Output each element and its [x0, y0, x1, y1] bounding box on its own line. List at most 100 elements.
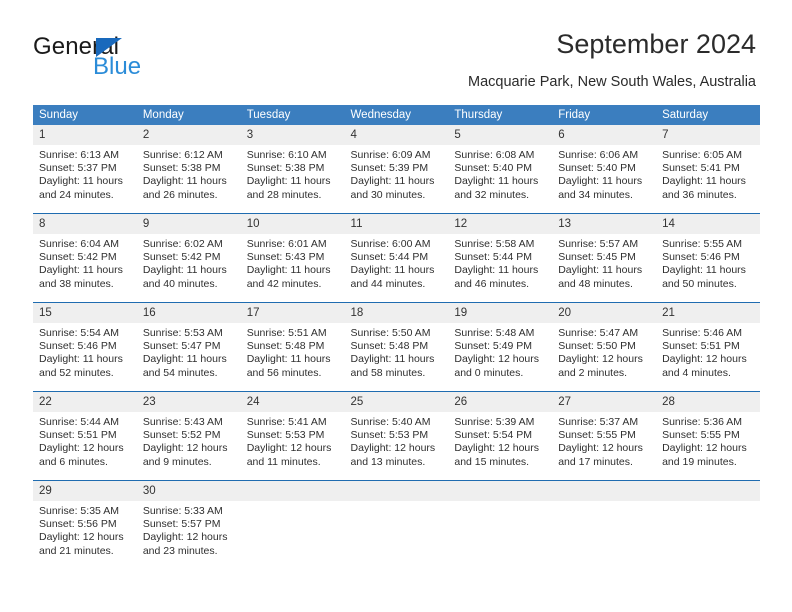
- day-number: 19: [448, 303, 553, 323]
- day-number: 18: [344, 303, 449, 323]
- sunset-text: Sunset: 5:45 PM: [558, 251, 636, 264]
- calendar-day-cell[interactable]: 16 Sunrise: 5:53 AM Sunset: 5:47 PM Dayligh…: [136, 302, 241, 392]
- calendar-day-cell[interactable]: 18 Sunrise: 5:50 AM Sunset: 5:48 PM Dayligh…: [344, 302, 449, 392]
- daylight-text: Daylight: 11 hours and 40 minutes.: [142, 264, 227, 290]
- calendar-day-cell[interactable]: 25 Sunrise: 5:40 AM Sunset: 5:53 PM Dayligh…: [344, 391, 449, 481]
- sunrise-text: Sunrise: 6:05 AM: [662, 149, 743, 161]
- sunset-text: Sunset: 5:51 PM: [662, 340, 740, 353]
- daylight-text: Daylight: 11 hours and 54 minutes.: [142, 353, 227, 379]
- calendar-day-cell[interactable]: 4 Sunrise: 6:09 AM Sunset: 5:39 PM Daylight…: [344, 125, 449, 214]
- sunrise-text: Sunrise: 6:01 AM: [246, 238, 327, 250]
- daylight-text: Daylight: 12 hours and 15 minutes.: [454, 442, 540, 468]
- page-header: General Blue September 2024 Macquarie Pa…: [0, 0, 792, 102]
- sunset-text: Sunset: 5:55 PM: [558, 429, 636, 442]
- sunrise-text: Sunrise: 6:09 AM: [350, 149, 431, 161]
- day-number: 3: [240, 125, 345, 145]
- daylight-text: Daylight: 12 hours and 19 minutes.: [662, 442, 747, 468]
- day-number: [552, 481, 657, 501]
- daylight-text: Daylight: 12 hours and 13 minutes.: [350, 442, 436, 468]
- calendar-day-cell[interactable]: 27 Sunrise: 5:37 AM Sunset: 5:55 PM Dayligh…: [552, 391, 657, 481]
- calendar-day-cell[interactable]: 10 Sunrise: 6:01 AM Sunset: 5:43 PM Dayligh…: [240, 213, 345, 303]
- calendar-day-cell[interactable]: 22 Sunrise: 5:44 AM Sunset: 5:51 PM Dayligh…: [33, 391, 137, 481]
- calendar-day-cell[interactable]: 2 Sunrise: 6:12 AM Sunset: 5:38 PM Daylight…: [136, 125, 241, 214]
- sunrise-text: Sunrise: 5:58 AM: [454, 238, 535, 250]
- daylight-text: Daylight: 12 hours and 17 minutes.: [558, 442, 643, 468]
- day-number: 10: [240, 214, 345, 234]
- calendar-day-cell[interactable]: 9 Sunrise: 6:02 AM Sunset: 5:42 PM Daylight…: [136, 213, 241, 303]
- sunrise-text: Sunrise: 6:06 AM: [558, 149, 639, 161]
- sunrise-text: Sunrise: 5:36 AM: [662, 416, 743, 428]
- sunset-text: Sunset: 5:48 PM: [350, 340, 429, 353]
- day-number: 2: [136, 125, 241, 145]
- sunset-text: Sunset: 5:40 PM: [558, 162, 636, 175]
- day-number: 23: [136, 392, 241, 412]
- sunset-text: Sunset: 5:42 PM: [39, 251, 117, 264]
- sunset-text: Sunset: 5:49 PM: [454, 340, 533, 353]
- calendar-day-cell[interactable]: 24 Sunrise: 5:41 AM Sunset: 5:53 PM Dayligh…: [240, 391, 345, 481]
- day-number: 29: [33, 481, 137, 501]
- daylight-text: Daylight: 11 hours and 42 minutes.: [246, 264, 331, 290]
- day-number: 20: [552, 303, 657, 323]
- day-number: 25: [344, 392, 449, 412]
- day-number: 9: [136, 214, 241, 234]
- calendar-day-cell[interactable]: 1 Sunrise: 6:13 AM Sunset: 5:37 PM Daylight…: [33, 125, 137, 214]
- calendar-day-cell[interactable]: 26 Sunrise: 5:39 AM Sunset: 5:54 PM Dayligh…: [448, 391, 553, 481]
- calendar-day-cell[interactable]: 28 Sunrise: 5:36 AM Sunset: 5:55 PM Dayligh…: [656, 391, 760, 481]
- calendar-day-cell[interactable]: 23 Sunrise: 5:43 AM Sunset: 5:52 PM Dayligh…: [136, 391, 241, 481]
- day-number: 11: [344, 214, 449, 234]
- day-number: [344, 481, 449, 501]
- daylight-text: Daylight: 11 hours and 52 minutes.: [39, 353, 123, 379]
- sunset-text: Sunset: 5:40 PM: [454, 162, 533, 175]
- day-number: 7: [656, 125, 760, 145]
- calendar-week-row: 8 Sunrise: 6:04 AM Sunset: 5:42 PM Daylight…: [33, 213, 760, 303]
- sunset-text: Sunset: 5:55 PM: [662, 429, 740, 442]
- title-block: September 2024 Macquarie Park, New South…: [468, 28, 756, 92]
- sunrise-text: Sunrise: 5:43 AM: [142, 416, 223, 428]
- sunset-text: Sunset: 5:39 PM: [350, 162, 429, 175]
- calendar-day-cell[interactable]: 3 Sunrise: 6:10 AM Sunset: 5:38 PM Daylight…: [240, 125, 345, 214]
- calendar-day-cell[interactable]: 6 Sunrise: 6:06 AM Sunset: 5:40 PM Daylight…: [552, 125, 657, 214]
- day-number: [656, 481, 760, 501]
- daylight-text: Daylight: 12 hours and 9 minutes.: [142, 442, 228, 468]
- calendar-day-cell[interactable]: 14 Sunrise: 5:55 AM Sunset: 5:46 PM Dayligh…: [656, 213, 760, 303]
- calendar-day-cell[interactable]: 29 Sunrise: 5:35 AM Sunset: 5:56 PM Dayligh…: [33, 480, 137, 569]
- day-number: 6: [552, 125, 657, 145]
- day-number: 27: [552, 392, 657, 412]
- calendar-day-cell[interactable]: 30 Sunrise: 5:33 AM Sunset: 5:57 PM Dayligh…: [136, 480, 241, 569]
- sunrise-text: Sunrise: 6:08 AM: [454, 149, 535, 161]
- sunrise-text: Sunrise: 6:10 AM: [246, 149, 327, 161]
- daylight-text: Daylight: 11 hours and 24 minutes.: [39, 175, 123, 201]
- sunset-text: Sunset: 5:48 PM: [246, 340, 325, 353]
- page-title: September 2024: [556, 29, 756, 59]
- calendar-page: General Blue September 2024 Macquarie Pa…: [0, 0, 792, 612]
- calendar-day-cell[interactable]: 19 Sunrise: 5:48 AM Sunset: 5:49 PM Dayligh…: [448, 302, 553, 392]
- calendar-day-cell-empty: [656, 480, 760, 569]
- daylight-text: Daylight: 11 hours and 36 minutes.: [662, 175, 746, 201]
- sunset-text: Sunset: 5:56 PM: [39, 518, 117, 531]
- sunset-text: Sunset: 5:44 PM: [350, 251, 429, 264]
- sunrise-text: Sunrise: 5:44 AM: [39, 416, 119, 428]
- day-header-sunday: Sunday: [33, 105, 137, 125]
- daylight-text: Daylight: 11 hours and 28 minutes.: [246, 175, 331, 201]
- calendar-day-cell[interactable]: 11 Sunrise: 6:00 AM Sunset: 5:44 PM Dayligh…: [344, 213, 449, 303]
- calendar-day-cell[interactable]: 5 Sunrise: 6:08 AM Sunset: 5:40 PM Daylight…: [448, 125, 553, 214]
- calendar-day-cell[interactable]: 15 Sunrise: 5:54 AM Sunset: 5:46 PM Dayligh…: [33, 302, 137, 392]
- daylight-text: Daylight: 12 hours and 21 minutes.: [39, 531, 124, 557]
- daylight-text: Daylight: 11 hours and 34 minutes.: [558, 175, 643, 201]
- sunrise-text: Sunrise: 5:55 AM: [662, 238, 743, 250]
- calendar-day-cell[interactable]: 20 Sunrise: 5:47 AM Sunset: 5:50 PM Dayligh…: [552, 302, 657, 392]
- calendar-day-cell[interactable]: 21 Sunrise: 5:46 AM Sunset: 5:51 PM Dayligh…: [656, 302, 760, 392]
- calendar-day-cell[interactable]: 12 Sunrise: 5:58 AM Sunset: 5:44 PM Dayligh…: [448, 213, 553, 303]
- sunrise-text: Sunrise: 5:46 AM: [662, 327, 743, 339]
- day-number: [240, 481, 345, 501]
- sunrise-text: Sunrise: 5:39 AM: [454, 416, 535, 428]
- sunset-text: Sunset: 5:38 PM: [246, 162, 325, 175]
- daylight-text: Daylight: 11 hours and 56 minutes.: [246, 353, 331, 379]
- calendar-day-cell[interactable]: 8 Sunrise: 6:04 AM Sunset: 5:42 PM Daylight…: [33, 213, 137, 303]
- sunset-text: Sunset: 5:37 PM: [39, 162, 117, 175]
- calendar-day-cell[interactable]: 7 Sunrise: 6:05 AM Sunset: 5:41 PM Daylight…: [656, 125, 760, 214]
- sunrise-text: Sunrise: 5:50 AM: [350, 327, 431, 339]
- calendar-day-cell[interactable]: 17 Sunrise: 5:51 AM Sunset: 5:48 PM Dayligh…: [240, 302, 345, 392]
- calendar-day-cell[interactable]: 13 Sunrise: 5:57 AM Sunset: 5:45 PM Dayligh…: [552, 213, 657, 303]
- day-number: 13: [552, 214, 657, 234]
